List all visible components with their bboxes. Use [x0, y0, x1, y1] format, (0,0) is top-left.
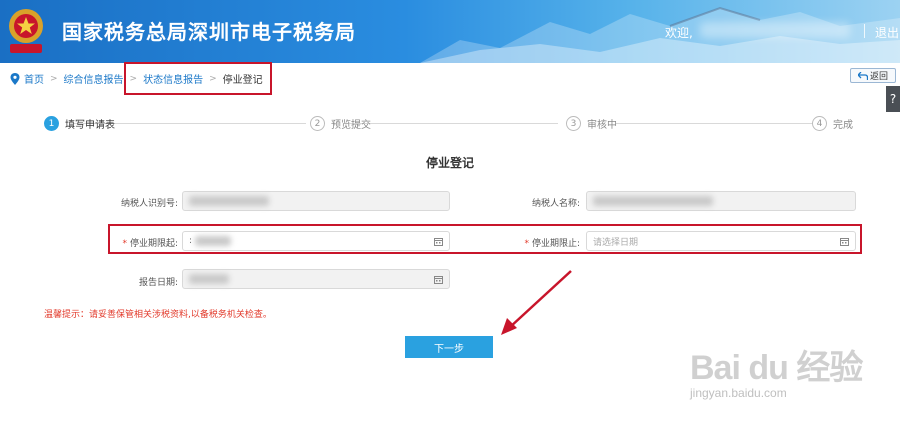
watermark-url: jingyan.baidu.com: [690, 386, 787, 400]
redacted-value: [593, 196, 713, 206]
step-number: 4: [812, 116, 827, 131]
welcome-text: 欢迎,: [665, 26, 693, 40]
back-button-label: 返回: [869, 72, 888, 82]
back-button[interactable]: 返回: [850, 68, 896, 83]
logout-link[interactable]: 退出: [875, 24, 899, 41]
taxpayer-name-field: [586, 191, 856, 211]
warm-tip-text: 温馨提示：请妥善保管相关涉税资料,以备税务机关检查。: [44, 310, 272, 320]
form-title: 停业登记: [425, 156, 474, 170]
step-label: 审核中: [587, 120, 617, 131]
end-date-placeholder: 请选择日期: [593, 237, 639, 248]
report-date-field: [182, 269, 450, 289]
step-fill-form: 1 填写申请表: [44, 116, 115, 131]
return-arrow-icon: [857, 71, 868, 80]
baidu-jingyan-watermark: Bai du 经验 jingyan.baidu.com: [690, 340, 890, 410]
step-number: 2: [310, 116, 325, 131]
step-preview-submit: 2 预览提交: [310, 116, 371, 131]
required-marker: *: [524, 239, 529, 249]
calendar-icon: [434, 276, 443, 284]
username-redacted: [700, 22, 850, 38]
progress-steps: 1 填写申请表 2 预览提交 3 审核中 4 完成: [0, 112, 900, 136]
calendar-icon[interactable]: [840, 237, 849, 246]
next-step-button[interactable]: 下一步: [405, 336, 493, 358]
step-number: 1: [44, 116, 59, 131]
required-marker: *: [122, 239, 127, 249]
calendar-icon[interactable]: [434, 237, 443, 246]
stop-end-date-input[interactable]: 请选择日期: [586, 231, 856, 251]
taxpayer-id-field: [182, 191, 450, 211]
breadcrumb-home[interactable]: 首页: [24, 71, 44, 86]
site-title: 国家税务总局深圳市电子税务局: [62, 20, 356, 44]
step-label: 预览提交: [331, 120, 371, 131]
stop-end-label: * 停业期限止:: [524, 239, 580, 249]
redacted-value: [195, 236, 232, 246]
watermark-logo-text: Bai du 经验: [690, 349, 863, 387]
step-label: 完成: [833, 120, 853, 131]
stop-start-label: * 停业期限起:: [122, 239, 178, 249]
help-tab[interactable]: ?: [886, 86, 900, 112]
breadcrumb-comprehensive-report[interactable]: 综合信息报告: [64, 71, 124, 86]
stop-start-date-input[interactable]: :: [182, 231, 450, 251]
taxpayer-id-label: 纳税人识别号:: [120, 199, 178, 209]
step-connector: [616, 123, 812, 124]
report-date-label: 报告日期:: [138, 278, 178, 288]
redacted-value: [189, 196, 269, 206]
annotation-arrow: [501, 270, 572, 335]
taxpayer-name-label: 纳税人名称:: [531, 199, 580, 209]
location-pin-icon: [10, 72, 20, 85]
help-icon: ?: [889, 92, 897, 106]
step-number: 3: [566, 116, 581, 131]
start-date-prefix: :: [189, 236, 193, 246]
header-divider: [864, 24, 865, 38]
step-label: 填写申请表: [65, 120, 115, 131]
breadcrumb-highlight-box: [124, 62, 272, 95]
step-connector: [348, 123, 558, 124]
step-under-review: 3 审核中: [566, 116, 617, 131]
step-complete: 4 完成: [812, 116, 853, 131]
breadcrumb-separator: >: [50, 73, 58, 84]
site-header: 国家税务总局深圳市电子税务局 欢迎, 退出: [0, 0, 900, 63]
redacted-value: [189, 274, 229, 284]
tax-emblem-logo: [9, 9, 43, 53]
